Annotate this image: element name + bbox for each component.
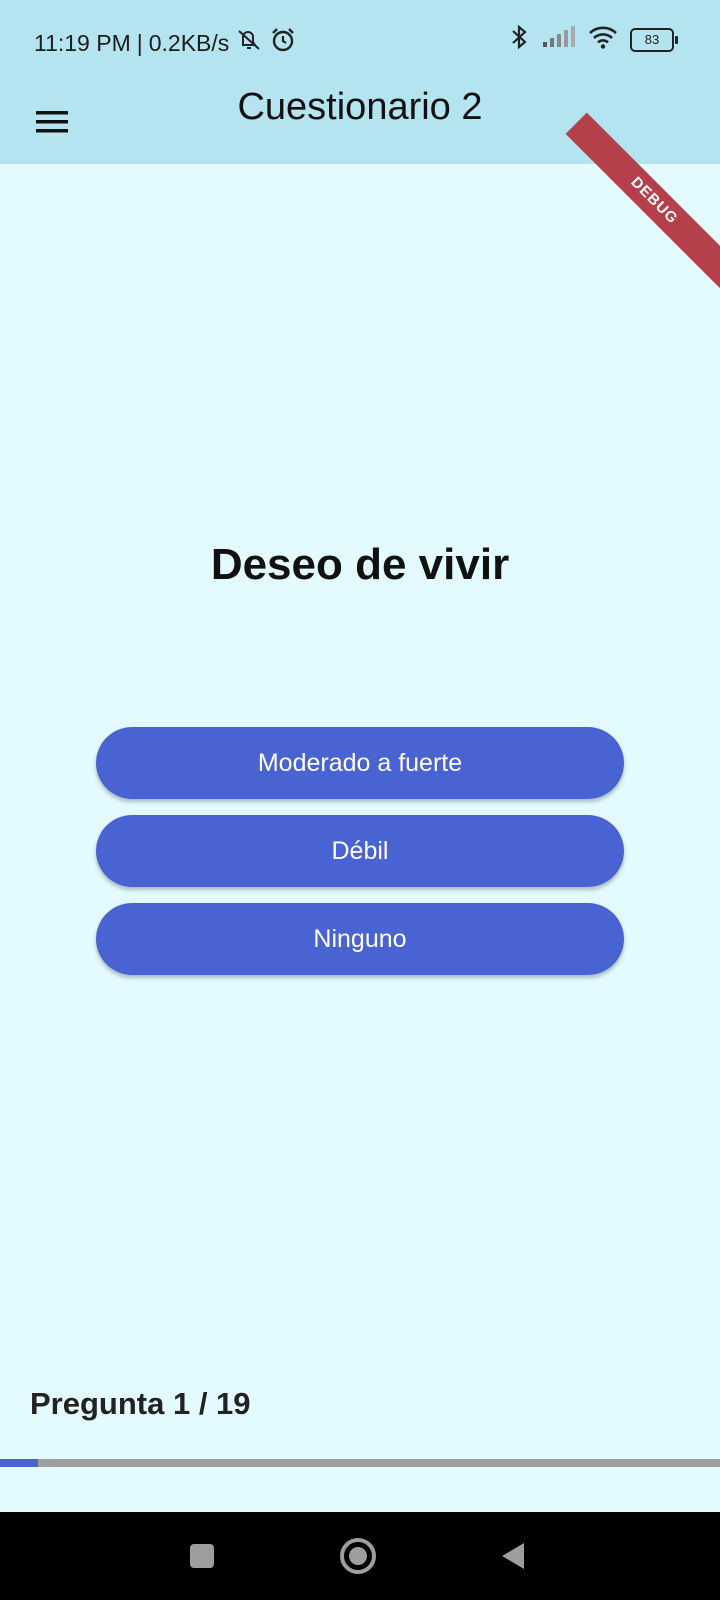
network-speed: 0.2KB/s	[148, 29, 230, 56]
page-title: Cuestionario 2	[237, 86, 483, 128]
progress-bar-fill	[0, 1459, 38, 1467]
question-text: Deseo de vivir	[210, 540, 510, 589]
wifi-icon	[588, 25, 618, 54]
answer-button-moderado[interactable]: Moderado a fuerte	[96, 727, 624, 799]
back-icon[interactable]	[490, 1532, 538, 1580]
navigation-bar	[0, 1512, 720, 1600]
mute-bell-icon	[235, 27, 263, 59]
battery-icon: 83	[630, 27, 678, 52]
status-separator: |	[136, 29, 143, 56]
status-right: 83	[508, 24, 678, 55]
status-time: 11:19 PM	[34, 29, 131, 56]
answer-button-ninguno[interactable]: Ninguno	[96, 903, 624, 975]
signal-icon	[542, 26, 576, 53]
progress-label: Pregunta 1 / 19	[30, 1386, 251, 1421]
recent-apps-icon[interactable]	[178, 1532, 226, 1580]
home-icon[interactable]	[334, 1532, 382, 1580]
bluetooth-icon	[508, 24, 530, 55]
alarm-icon	[269, 26, 297, 60]
status-bar: 11:19 PM | 0.2KB/s 83	[0, 0, 720, 80]
status-left: 11:19 PM | 0.2KB/s	[34, 26, 297, 60]
answer-button-debil[interactable]: Débil	[96, 815, 624, 887]
progress-bar	[0, 1459, 720, 1467]
